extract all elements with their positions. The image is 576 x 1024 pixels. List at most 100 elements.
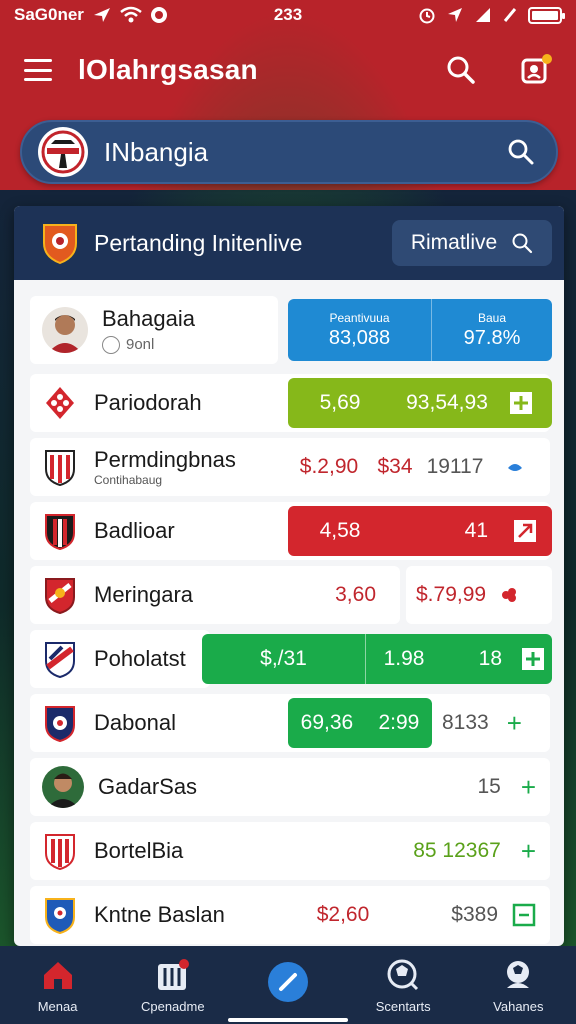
odds-panel-red[interactable]: 4,58 41 [288, 506, 552, 556]
alarm-icon [419, 8, 435, 24]
team-cell: GadarSas 15 + [30, 758, 550, 816]
odds-value: $,/31 [202, 634, 366, 684]
clock: 233 [273, 5, 303, 24]
odds-value: 3,60 [335, 583, 376, 606]
player-avatar [42, 307, 88, 353]
ball-icon [385, 957, 421, 993]
notification-icon[interactable] [518, 53, 552, 87]
edit-status-icon [503, 8, 517, 22]
team-name: Permdingbnas [94, 447, 236, 472]
match-row[interactable]: Meringara 3,60 $.79,99 [30, 566, 552, 624]
wifi-icon [120, 6, 142, 23]
menu-icon[interactable] [24, 59, 52, 81]
team-subtitle: 9onl [102, 336, 195, 355]
team-cell: Meringara 3,60 [30, 566, 400, 624]
plus-icon[interactable]: + [507, 708, 522, 739]
team-name: Kntne Baslan [94, 902, 225, 927]
team-search-bar[interactable]: INbangia [20, 120, 558, 184]
match-row[interactable]: Poholatst $,/31 1.98 18 [30, 630, 552, 688]
odds-value: 97.8% [463, 326, 521, 349]
odds-header: Peantivuua [329, 310, 390, 325]
odds-value: 69,36 [300, 711, 354, 734]
nav-calendar[interactable]: Cpenadme [118, 957, 228, 1014]
card-header: Pertanding Initenlive Rimatlive [14, 206, 564, 280]
club-logo [38, 127, 88, 177]
team-name: Pariodorah [94, 390, 202, 415]
signal-icon [476, 8, 490, 22]
search-icon[interactable] [444, 53, 478, 87]
odds-value: 18 [478, 647, 502, 670]
card-title: Pertanding Initenlive [94, 229, 303, 256]
odds-value: $34 [377, 455, 413, 478]
odds-value: 4,58 [319, 519, 361, 542]
team-crest-icon [45, 706, 75, 743]
team-cell: Poholatst [30, 630, 210, 688]
ball-icon[interactable] [504, 456, 526, 478]
team-cell: Bahagaia 9onl [30, 296, 278, 364]
plus-box-icon[interactable] [508, 390, 534, 416]
team-name: BortelBia [94, 838, 184, 863]
tag-icon [102, 336, 120, 355]
clover-icon[interactable] [498, 584, 520, 606]
match-row[interactable]: BortelBia 85 12367 + [30, 822, 552, 880]
stats-icon [155, 957, 191, 993]
match-row[interactable]: Kntne Baslan $2,60 $389 [30, 886, 552, 944]
search-icon[interactable] [504, 135, 538, 169]
nav-scores[interactable]: Scentarts [348, 957, 458, 1014]
circle-status-icon [150, 7, 167, 23]
team-subtitle: Contihabaug [94, 473, 163, 487]
nav-center-action[interactable] [233, 962, 343, 1008]
home-icon [41, 957, 75, 993]
team-crest-icon [46, 387, 74, 419]
status-bar: SaG0ner 233 [0, 0, 576, 30]
app-title: lOlahrgsasan [78, 54, 258, 85]
team-name: GadarSas [98, 774, 198, 799]
carrier-label: SaG0ner [14, 5, 84, 24]
match-rows: Bahagaia 9onl Peantivuua 83,088 Baua 97.… [14, 280, 564, 944]
odds-header: Baua [477, 310, 507, 325]
odds-panel[interactable]: 8133 + [442, 694, 552, 752]
match-row[interactable]: Badlioar 4,58 41 [30, 502, 552, 560]
odds-panel-green[interactable]: 69,36 2:99 [288, 698, 432, 748]
odds-value: 93,54,93 [406, 391, 488, 414]
odds-value: $389 [451, 903, 498, 926]
team-crest-icon [45, 642, 75, 679]
odds-value: 85 12367 [413, 839, 501, 862]
odds-value: 41 [464, 519, 488, 542]
match-row[interactable]: Dabonal 69,36 2:99 8133 + [30, 694, 552, 752]
match-row[interactable]: Permdingbnas Contihabaug $.2,90 $34 1911… [30, 438, 552, 496]
plus-icon[interactable]: + [521, 772, 536, 803]
search-query: INbangia [104, 136, 209, 167]
home-indicator [228, 1018, 348, 1022]
odds-value: 1.98 [383, 647, 425, 670]
match-row[interactable]: Bahagaia 9onl Peantivuua 83,088 Baua 97.… [30, 296, 552, 364]
nav-profile[interactable]: Vahanes [463, 957, 573, 1014]
odds-panel-green[interactable]: $,/31 1.98 18 [202, 634, 552, 684]
nav-label: Cpenadme [140, 998, 205, 1014]
notification-badge [542, 54, 552, 64]
league-logo-icon [43, 224, 77, 265]
team-crest-icon [45, 450, 75, 487]
live-filter-label: Rimatlive [410, 231, 498, 254]
battery-icon [528, 6, 565, 24]
app-bar: lOlahrgsasan [0, 40, 576, 100]
nav-home[interactable]: Menaa [3, 957, 113, 1014]
live-filter-button[interactable]: Rimatlive [392, 220, 552, 266]
odds-panel-lime[interactable]: 5,69 93,54,93 [288, 378, 552, 428]
odds-value: $.79,99 [416, 583, 487, 606]
bottom-navigation: Menaa Cpenadme Scentarts Vahanes [0, 946, 576, 1024]
odds-value: 5,69 [319, 391, 361, 414]
match-row[interactable]: GadarSas 15 + [30, 758, 552, 816]
odds-panel[interactable]: $.79,99 [406, 566, 552, 624]
trophy-ball-icon [501, 957, 535, 993]
odds-value: $2,60 [316, 903, 370, 926]
plus-icon[interactable]: + [521, 836, 536, 867]
player-avatar [42, 766, 84, 808]
team-name: Poholatst [94, 646, 186, 671]
minus-box-icon[interactable] [512, 903, 536, 927]
odds-panel[interactable]: $.2,90 $34 19117 [288, 438, 552, 496]
plus-box-icon[interactable] [520, 646, 546, 672]
expand-icon[interactable] [512, 518, 538, 544]
odds-panel-blue[interactable]: Peantivuua 83,088 Baua 97.8% [288, 299, 552, 361]
match-row[interactable]: Pariodorah 5,69 93,54,93 [30, 374, 552, 432]
